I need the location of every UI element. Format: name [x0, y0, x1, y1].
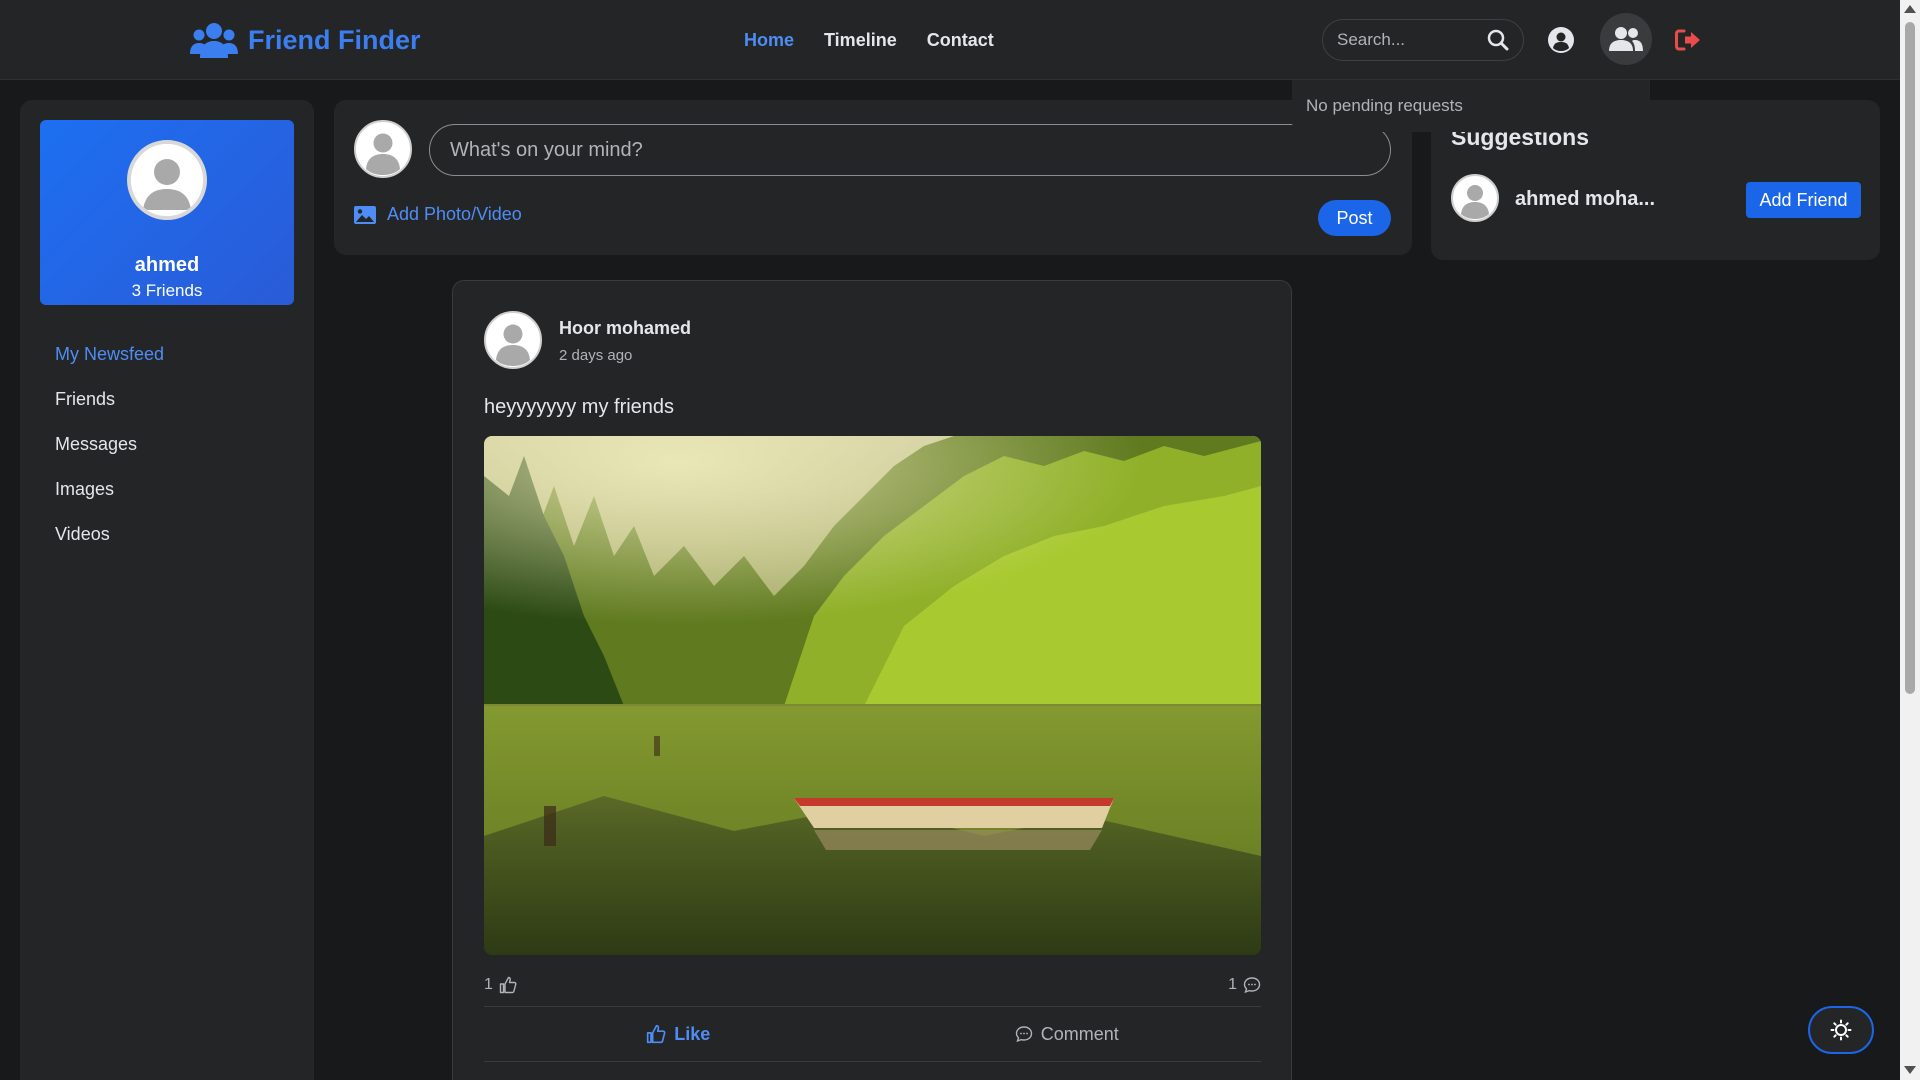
search-input[interactable]	[1337, 30, 1477, 50]
sidebar-menu: My Newsfeed Friends Messages Images Vide…	[55, 332, 164, 557]
scrollbar-thumb[interactable]	[1905, 22, 1915, 694]
left-sidebar: ahmed 3 Friends My Newsfeed Friends Mess…	[20, 100, 314, 1080]
profile-card[interactable]: ahmed 3 Friends	[40, 120, 294, 305]
friend-requests-button[interactable]	[1600, 13, 1652, 65]
nav-timeline[interactable]: Timeline	[824, 30, 897, 51]
post-author[interactable]: Hoor mohamed	[559, 318, 691, 339]
nav-home[interactable]: Home	[744, 30, 794, 51]
likes-count-value: 1	[484, 976, 493, 993]
profile-name: ahmed	[134, 254, 200, 276]
sidebar-item-friends[interactable]: Friends	[55, 377, 164, 422]
feed-post: Hoor mohamed 2 days ago heyyyyyyy my fri…	[452, 280, 1292, 1080]
comment-button[interactable]: Comment	[873, 1007, 1262, 1061]
post-input[interactable]	[429, 124, 1391, 176]
logout-icon	[1675, 29, 1700, 51]
add-photo-video-button[interactable]: Add Photo/Video	[353, 204, 522, 225]
friend-requests-dropdown: No pending requests	[1292, 80, 1650, 132]
scroll-up-arrow-icon[interactable]	[1904, 5, 1916, 13]
no-requests-text: No pending requests	[1306, 96, 1463, 115]
like-button[interactable]: Like	[484, 1007, 873, 1061]
sun-icon	[1830, 1019, 1852, 1041]
comment-icon	[1015, 1026, 1032, 1043]
comments-count[interactable]: 1	[1228, 976, 1261, 994]
post-composer: Add Photo/Video Post	[334, 100, 1412, 255]
avatar	[1451, 174, 1499, 222]
search-icon[interactable]	[1487, 29, 1509, 51]
thumbs-up-icon	[499, 976, 517, 994]
scroll-down-arrow-icon[interactable]	[1904, 1066, 1916, 1074]
nav-contact[interactable]: Contact	[927, 30, 994, 51]
suggestion-name[interactable]: ahmed moha...	[1515, 188, 1655, 211]
brand-logo[interactable]: Friend Finder	[190, 20, 421, 60]
sidebar-item-images[interactable]: Images	[55, 467, 164, 512]
comments-count-value: 1	[1228, 976, 1237, 993]
forest-lake-boat-photo	[484, 436, 1261, 955]
default-avatar-icon	[131, 144, 203, 216]
thumbs-up-icon	[647, 1024, 666, 1044]
post-timestamp: 2 days ago	[559, 347, 633, 364]
top-navbar: Friend Finder Home Timeline Contact	[0, 0, 1900, 80]
comment-icon	[1243, 977, 1261, 994]
users-icon	[190, 23, 238, 58]
post-image[interactable]	[484, 436, 1261, 955]
comment-label: Comment	[1040, 1023, 1119, 1044]
logout-button[interactable]	[1670, 22, 1706, 58]
sidebar-item-videos[interactable]: Videos	[55, 512, 164, 557]
sidebar-item-newsfeed[interactable]: My Newsfeed	[55, 332, 164, 377]
add-friend-button[interactable]: Add Friend	[1746, 182, 1861, 218]
sidebar-item-messages[interactable]: Messages	[55, 422, 164, 467]
post-actions: Like Comment	[484, 1006, 1261, 1062]
profile-button[interactable]	[1543, 22, 1579, 58]
image-icon	[354, 205, 376, 224]
theme-toggle-button[interactable]	[1808, 1006, 1874, 1054]
profile-friends-count: 3 Friends	[131, 281, 203, 300]
brand-name: Friend Finder	[248, 24, 421, 55]
add-photo-video-label: Add Photo/Video	[387, 204, 522, 224]
main-nav: Home Timeline Contact	[744, 30, 994, 51]
avatar	[354, 120, 412, 178]
post-text: heyyyyyyy my friends	[484, 396, 675, 418]
likes-count[interactable]: 1	[484, 976, 517, 994]
page-scrollbar[interactable]	[1900, 0, 1920, 1080]
avatar	[127, 140, 207, 220]
friends-icon	[1609, 27, 1643, 51]
post-button[interactable]: Post	[1318, 200, 1391, 236]
avatar[interactable]	[484, 311, 542, 369]
user-circle-icon	[1548, 27, 1574, 53]
search-box	[1322, 19, 1524, 61]
like-label: Like	[674, 1023, 711, 1044]
post-stats: 1 1	[484, 976, 1261, 994]
